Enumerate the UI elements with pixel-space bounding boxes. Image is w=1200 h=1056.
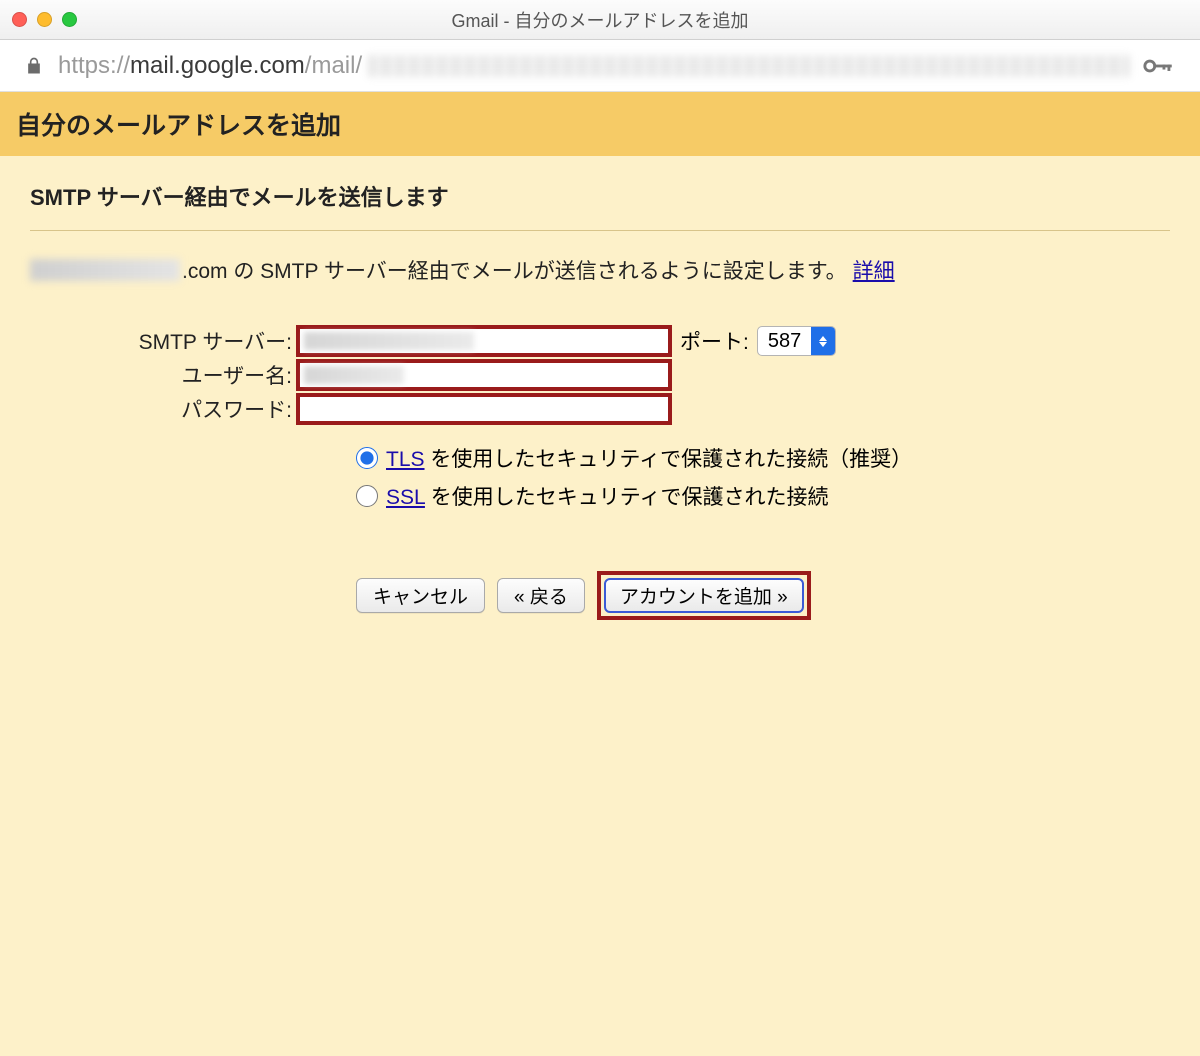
smtp-server-input-highlight <box>296 325 672 357</box>
lock-icon <box>24 56 44 76</box>
smtp-server-value-obscured <box>304 332 474 350</box>
key-icon <box>1142 55 1176 77</box>
section-title: SMTP サーバー経由でメールを送信します <box>30 180 1170 231</box>
url-scheme: https:// <box>58 52 130 79</box>
add-account-button[interactable]: アカウントを追加 » <box>604 578 804 613</box>
domain-obscured <box>30 259 180 281</box>
tls-link[interactable]: TLS <box>386 448 425 471</box>
address-bar[interactable]: https://mail.google.com/mail/ <box>0 40 1200 92</box>
back-button[interactable]: « 戻る <box>497 578 585 613</box>
port-value: 587 <box>758 330 811 353</box>
url-text: https://mail.google.com/mail/ <box>58 52 362 80</box>
smtp-form: SMTP サーバー: ポート: 587 ユーザー名: <box>86 325 1170 620</box>
description-line: .com の SMTP サーバー経由でメールが送信されるように設定します。 詳細 <box>30 255 1170 285</box>
window-title: Gmail - 自分のメールアドレスを追加 <box>0 7 1200 33</box>
description-text: .com の SMTP サーバー経由でメールが送信されるように設定します。 <box>182 255 847 285</box>
password-label: パスワード: <box>86 394 296 424</box>
username-label: ユーザー名: <box>86 360 296 390</box>
password-input-highlight <box>296 393 672 425</box>
url-host: mail.google.com <box>130 52 305 79</box>
url-path: /mail/ <box>305 52 362 79</box>
page-title: 自分のメールアドレスを追加 <box>0 92 1200 156</box>
minimize-window-button[interactable] <box>37 12 52 27</box>
smtp-server-label: SMTP サーバー: <box>86 326 296 356</box>
port-label: ポート: <box>680 326 749 356</box>
tls-radio[interactable] <box>356 447 378 469</box>
tls-radio-label: を使用したセキュリティで保護された接続（推奨） <box>425 448 913 471</box>
username-input-highlight <box>296 359 672 391</box>
close-window-button[interactable] <box>12 12 27 27</box>
password-input[interactable] <box>304 399 664 420</box>
traffic-lights <box>12 12 77 27</box>
ssl-radio-label: を使用したセキュリティで保護された接続 <box>425 486 829 509</box>
url-obscured <box>368 55 1130 77</box>
cancel-button[interactable]: キャンセル <box>356 578 485 613</box>
port-select-arrow-icon <box>811 327 835 355</box>
ssl-link[interactable]: SSL <box>386 486 425 509</box>
zoom-window-button[interactable] <box>62 12 77 27</box>
button-row: キャンセル « 戻る アカウントを追加 » <box>356 571 1170 620</box>
add-account-highlight: アカウントを追加 » <box>597 571 811 620</box>
more-link[interactable]: 詳細 <box>853 255 895 285</box>
window-titlebar: Gmail - 自分のメールアドレスを追加 <box>0 0 1200 40</box>
ssl-radio[interactable] <box>356 485 378 507</box>
content-area: SMTP サーバー経由でメールを送信します .com の SMTP サーバー経由… <box>0 156 1200 1056</box>
port-select[interactable]: 587 <box>757 326 836 356</box>
username-value-obscured <box>304 366 404 384</box>
